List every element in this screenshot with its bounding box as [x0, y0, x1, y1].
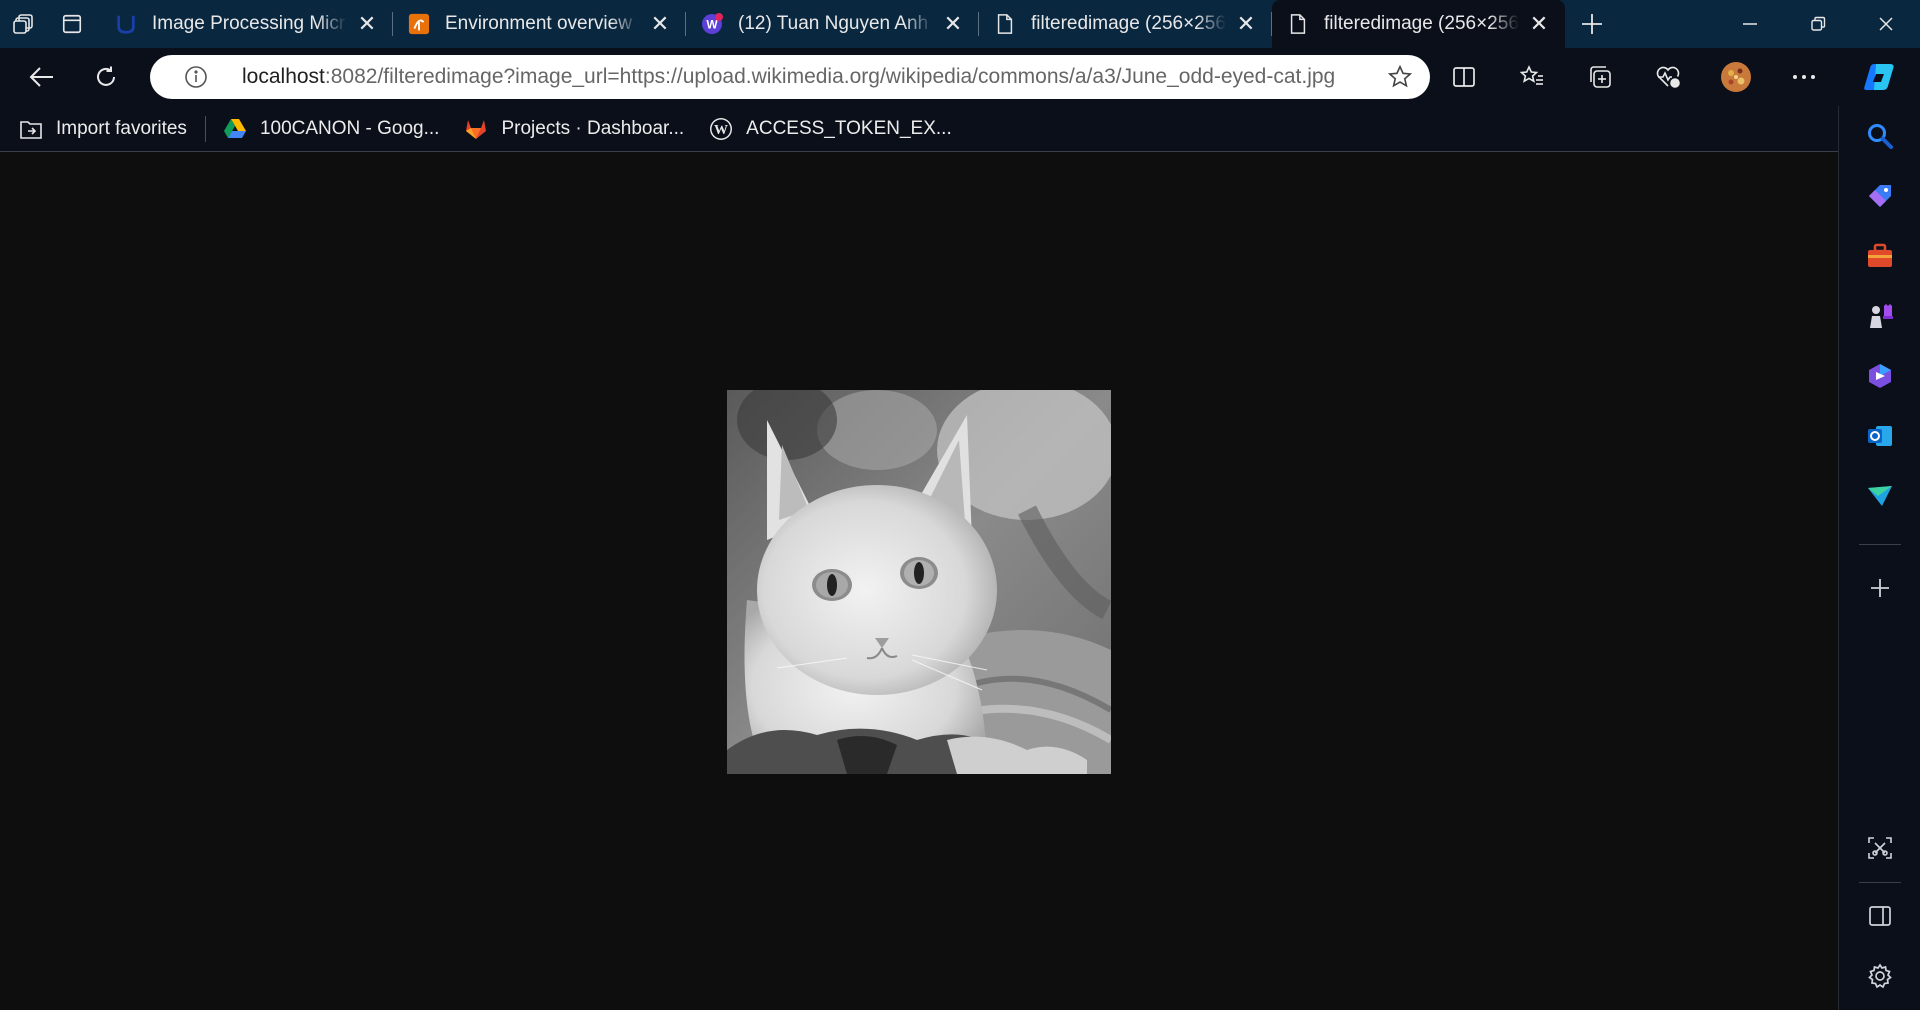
sidebar-divider — [1859, 544, 1901, 545]
address-bar[interactable]: localhost:8082/filteredimage?image_url=h… — [150, 55, 1430, 99]
page-content — [0, 153, 1838, 1010]
favorite-label: Import favorites — [56, 117, 187, 139]
close-tab-icon[interactable]: ✕ — [1527, 11, 1551, 36]
collections-icon[interactable] — [1566, 48, 1634, 106]
close-tab-icon[interactable]: ✕ — [648, 11, 672, 36]
favorite-item-wordpress[interactable]: W ACCESS_TOKEN_EX... — [708, 116, 952, 142]
google-drive-icon — [222, 116, 248, 142]
aws-beanstalk-icon — [407, 12, 431, 36]
window-controls — [1716, 0, 1920, 48]
vertical-tabs-icon[interactable] — [48, 0, 96, 48]
favorite-label: Projects · Dashboar... — [501, 117, 685, 139]
url-host: localhost — [242, 65, 325, 88]
file-icon — [993, 12, 1017, 36]
tab-title: Environment overview - Elastic Beanstalk — [445, 13, 640, 34]
new-tab-button[interactable] — [1565, 0, 1619, 48]
refresh-button[interactable] — [74, 48, 138, 106]
split-screen-icon[interactable] — [1430, 48, 1498, 106]
tab-title: filteredimage (256×256) — [1324, 13, 1519, 34]
browser-essentials-icon[interactable] — [1634, 48, 1702, 106]
send-icon[interactable] — [1839, 472, 1920, 520]
close-tab-icon[interactable]: ✕ — [1234, 11, 1258, 36]
restore-icon[interactable] — [1784, 0, 1852, 48]
close-window-icon[interactable] — [1852, 0, 1920, 48]
back-button[interactable] — [10, 48, 74, 106]
url-text[interactable]: localhost:8082/filteredimage?image_url=h… — [242, 65, 1370, 89]
wellfound-icon: W — [700, 12, 724, 36]
wordpress-icon: W — [708, 116, 734, 142]
close-tab-icon[interactable]: ✕ — [941, 11, 965, 36]
file-icon — [1286, 12, 1310, 36]
favorites-divider — [204, 115, 206, 142]
edge-sidebar — [1838, 106, 1920, 1010]
right-toolbar — [1430, 48, 1920, 106]
add-favorite-star-icon[interactable] — [1370, 64, 1430, 90]
favorites-icon[interactable] — [1498, 48, 1566, 106]
games-icon[interactable] — [1839, 292, 1920, 340]
sidebar-divider — [1859, 882, 1901, 883]
udacity-icon — [114, 12, 138, 36]
copilot-icon[interactable] — [1838, 48, 1920, 106]
favorites-bar: Import favorites 100CANON - Goog... Proj… — [0, 106, 1838, 152]
tab-2[interactable]: W (12) Tuan Nguyen Anh | LinkedIn ✕ — [686, 0, 979, 48]
sidebar-toggle-icon[interactable] — [1839, 892, 1920, 940]
tab-1[interactable]: Environment overview - Elastic Beanstalk… — [393, 0, 686, 48]
gitlab-icon — [463, 116, 489, 142]
favorite-item-100canon[interactable]: 100CANON - Goog... — [222, 116, 440, 142]
tab-3[interactable]: filteredimage (256×256) ✕ — [979, 0, 1272, 48]
site-info-icon[interactable] — [170, 65, 222, 89]
minimize-icon[interactable] — [1716, 0, 1784, 48]
favorite-item-import[interactable]: Import favorites — [18, 116, 187, 142]
svg-text:W: W — [714, 123, 728, 138]
tab-4-active[interactable]: filteredimage (256×256) ✕ — [1272, 0, 1565, 48]
import-favorites-icon — [18, 116, 44, 142]
close-tab-icon[interactable]: ✕ — [355, 11, 379, 36]
tab-title: filteredimage (256×256) — [1031, 13, 1226, 34]
workspaces-icon[interactable] — [0, 0, 48, 48]
favorite-label: 100CANON - Goog... — [259, 117, 440, 139]
filtered-cat-image — [727, 390, 1111, 774]
tab-title: Image Processing Microservice — [152, 13, 347, 34]
copilot-sidebar-icon[interactable] — [1839, 352, 1920, 400]
tools-icon[interactable] — [1839, 232, 1920, 280]
search-icon[interactable] — [1839, 112, 1920, 160]
screenshot-icon[interactable] — [1839, 824, 1920, 872]
url-path: :8082/filteredimage?image_url=https://up… — [324, 65, 1336, 88]
tab-strip: Image Processing Microservice ✕ Environm… — [0, 0, 1920, 48]
add-icon[interactable] — [1839, 564, 1920, 612]
profile-avatar[interactable] — [1702, 48, 1770, 106]
shopping-tag-icon[interactable] — [1839, 172, 1920, 220]
outlook-icon[interactable] — [1839, 412, 1920, 460]
settings-icon[interactable] — [1839, 952, 1920, 1000]
more-options-icon[interactable] — [1770, 48, 1838, 106]
tab-title: (12) Tuan Nguyen Anh | LinkedIn — [738, 13, 933, 34]
favorite-item-gitlab[interactable]: Projects · Dashboar... — [463, 116, 684, 142]
favorite-label: ACCESS_TOKEN_EX... — [746, 117, 952, 139]
tab-0[interactable]: Image Processing Microservice ✕ — [100, 0, 393, 48]
